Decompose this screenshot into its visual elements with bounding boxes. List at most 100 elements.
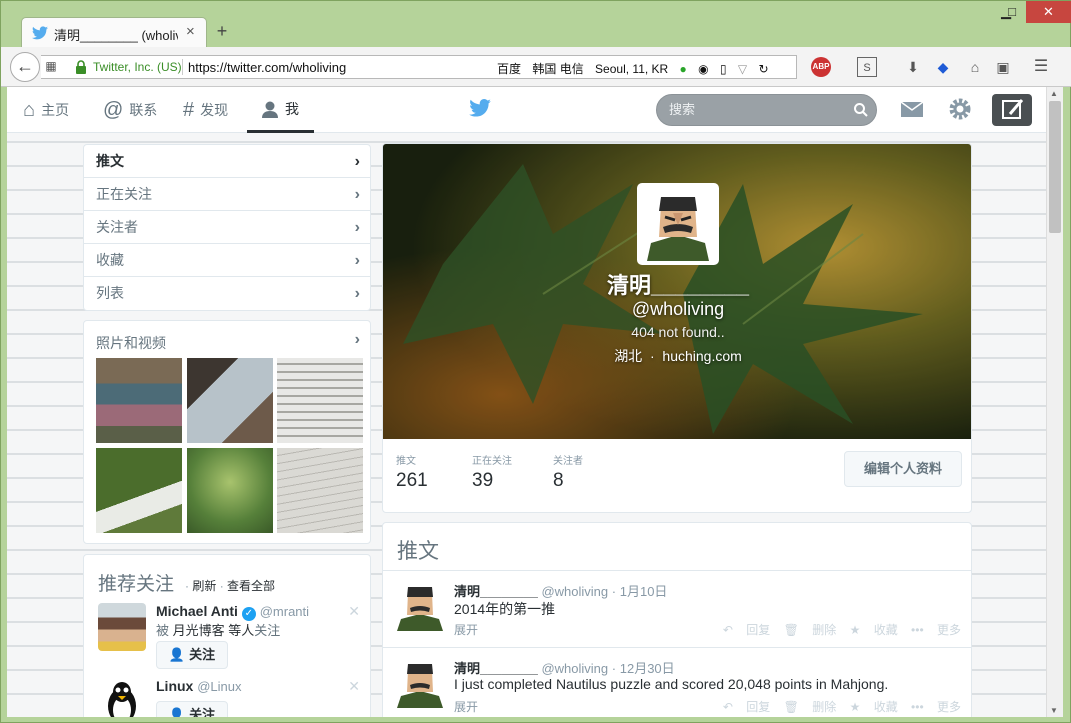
back-arrow-icon[interactable]: ← [10, 52, 40, 82]
dismiss-icon[interactable]: ✕ [348, 678, 360, 695]
stat-followers[interactable]: 关注者 8 [553, 452, 583, 492]
address-bar[interactable]: ▦ Twitter, Inc. (US) https://twitter.com… [41, 55, 797, 79]
sogou-icon[interactable]: S [857, 57, 877, 77]
twitter-page: ⌂ 主页 @ 联系 # 发现 我 推文 › 正在关注 › 关注者 › 收藏 › [7, 87, 1046, 717]
nav-discover[interactable]: # 发现 [183, 87, 228, 133]
suggestion-name[interactable]: Linux @Linux [156, 678, 242, 694]
tweet-avatar[interactable] [395, 658, 445, 708]
home-icon[interactable]: ⌂ [965, 57, 985, 77]
tab-close-icon[interactable]: × [186, 23, 195, 40]
dropdown-icon[interactable]: ▽ [738, 62, 747, 76]
more-button[interactable]: ••• 更多 [911, 623, 961, 637]
followed-by-names[interactable]: 月光博客 等人 [173, 623, 255, 638]
follow-button[interactable]: 👤 关注 [156, 701, 228, 717]
tweet[interactable]: 清明________ @wholiving · 12月30日 I just co… [383, 648, 971, 717]
photo-thumbnail[interactable] [277, 448, 363, 533]
page-scrollbar[interactable]: ▲ ▼ [1046, 87, 1063, 717]
delete-button[interactable]: 🗑 删除 [784, 623, 837, 637]
avatar[interactable] [98, 603, 146, 651]
tweet-date[interactable]: 1月10日 [620, 584, 668, 599]
profile-avatar[interactable] [637, 183, 719, 265]
search-icon[interactable] [853, 102, 869, 118]
scroll-down-icon[interactable]: ▼ [1050, 706, 1058, 715]
expand-link[interactable]: 展开 [454, 621, 478, 638]
tweet-actions: ↶ 回复 🗑 删除 ★ 收藏 ••• 更多 [713, 621, 961, 638]
extension-icon[interactable]: ◆ [933, 57, 953, 77]
follow-button[interactable]: 👤 关注 [156, 641, 228, 669]
menu-item-tweets[interactable]: 推文 › [84, 145, 370, 178]
more-button[interactable]: ••• 更多 [911, 700, 961, 714]
mobile-icon[interactable]: ▯ [720, 62, 727, 76]
baidu-label: 百度 [497, 62, 522, 76]
site-identity[interactable]: Twitter, Inc. (US) [93, 60, 182, 74]
stat-tweets[interactable]: 推文 261 [396, 452, 428, 492]
adblock-icon[interactable]: ABP [811, 57, 831, 77]
refresh-link[interactable]: 刷新 [192, 579, 216, 593]
window-close-button[interactable]: ✕ [1026, 1, 1071, 23]
photo-thumbnail[interactable] [187, 448, 273, 533]
expand-link[interactable]: 展开 [454, 698, 478, 715]
search-input[interactable] [669, 102, 849, 117]
photos-videos-title[interactable]: 照片和视频 [96, 333, 166, 353]
menu-icon[interactable]: ☰ [1031, 57, 1051, 77]
dismiss-icon[interactable]: ✕ [348, 603, 360, 620]
nav-connect[interactable]: @ 联系 [103, 87, 157, 133]
avatar[interactable] [98, 678, 146, 717]
browser-tab[interactable]: 清明________ (wholivi... × [21, 17, 207, 47]
photo-thumbnail[interactable] [187, 358, 273, 443]
new-tab-button[interactable]: + [213, 21, 231, 42]
menu-item-followers[interactable]: 关注者 › [84, 211, 370, 244]
favorite-label: 收藏 [873, 623, 898, 637]
chevron-right-icon: › [354, 186, 360, 203]
menu-item-lists[interactable]: 列表 › [84, 277, 370, 310]
twitter-bird-icon[interactable] [469, 99, 491, 117]
profile-location-line: 湖北 · huching.com [383, 346, 971, 366]
search-box[interactable] [656, 94, 877, 126]
photo-thumbnail[interactable] [96, 358, 182, 443]
compose-tweet-button[interactable] [992, 94, 1032, 126]
profile-website-link[interactable]: huching.com [662, 348, 741, 364]
url-text[interactable]: https://twitter.com/wholiving [188, 60, 346, 75]
photo-thumbnail[interactable] [96, 448, 182, 533]
tweet-actions: ↶ 回复 🗑 删除 ★ 收藏 ••• 更多 [713, 698, 961, 715]
tab-strip: 清明________ (wholivi... × + ▁ □ ✕ [1, 1, 1071, 47]
toolbar-icons: ABP S ⬇ ◆ ⌂ ▣ ☰ [809, 57, 1059, 77]
gear-icon[interactable] [947, 96, 973, 122]
menu-item-favorites[interactable]: 收藏 › [84, 244, 370, 277]
tweet-author-name[interactable]: 清明________ [454, 661, 538, 676]
photo-thumbnail[interactable] [277, 358, 363, 443]
nav-me-label: 我 [285, 100, 299, 117]
follow-suggestion: Michael Anti ✓ @mranti 被 月光博客 等人关注 ✕ 👤 关注 [98, 603, 360, 673]
tweet-author-name[interactable]: 清明________ [454, 584, 538, 599]
tweet[interactable]: 清明________ @wholiving · 1月10日 2014年的第一推 … [383, 571, 971, 648]
reload-icon[interactable]: ↻ [759, 62, 769, 76]
favorite-button[interactable]: ★ 收藏 [850, 700, 898, 714]
messages-envelope-icon[interactable] [900, 99, 924, 119]
delete-button[interactable]: 🗑 删除 [784, 700, 837, 714]
window-maximize-button[interactable]: □ [1000, 1, 1024, 23]
stat-following[interactable]: 正在关注 39 [472, 452, 512, 492]
scroll-up-icon[interactable]: ▲ [1050, 89, 1058, 98]
stat-value: 261 [396, 470, 428, 491]
favorite-button[interactable]: ★ 收藏 [850, 623, 898, 637]
stat-label: 关注者 [553, 456, 583, 467]
divider [182, 59, 183, 75]
at-icon: @ [103, 98, 124, 121]
download-icon[interactable]: ⬇ [903, 57, 923, 77]
tweet-date[interactable]: 12月30日 [620, 661, 675, 676]
chevron-right-icon[interactable]: › [355, 331, 360, 349]
tweet-avatar[interactable] [395, 581, 445, 631]
sync-icon[interactable]: ▣ [993, 57, 1013, 77]
nav-home[interactable]: ⌂ 主页 [23, 87, 69, 133]
suggestion-name[interactable]: Michael Anti ✓ @mranti [156, 603, 309, 621]
tweets-timeline: 推文 清明________ @wholiving · 1月10日 2014年的第… [382, 522, 972, 717]
nav-me[interactable]: 我 [247, 87, 314, 133]
menu-item-following[interactable]: 正在关注 › [84, 178, 370, 211]
edit-profile-button[interactable]: 编辑个人资料 [844, 451, 962, 487]
reply-button[interactable]: ↶ 回复 [723, 623, 770, 637]
view-all-link[interactable]: 查看全部 [227, 579, 275, 593]
isp-label: 韩国 电信 [532, 62, 584, 76]
go-icon[interactable]: ● [680, 62, 687, 76]
reply-button[interactable]: ↶ 回复 [723, 700, 770, 714]
scrollbar-thumb[interactable] [1049, 101, 1061, 233]
